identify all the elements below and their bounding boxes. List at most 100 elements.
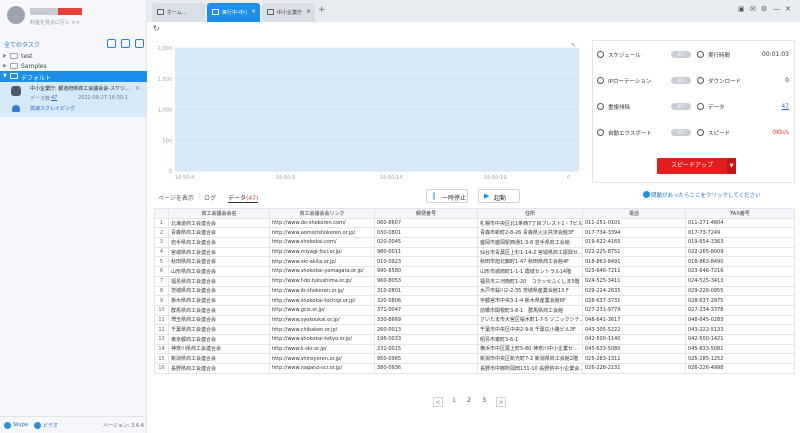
pause-button[interactable]: ‖ 一時停止: [426, 189, 468, 203]
close-icon[interactable]: ×: [306, 8, 311, 15]
table-row[interactable]: 15 新潟県商工会連合会 http://www.shinsyoren.or.jp/9…: [154, 353, 795, 364]
timer-icon: [697, 51, 704, 58]
table-cell: 025-285-1252: [685, 353, 795, 364]
table-cell: 330-8669: [374, 314, 478, 326]
table-row[interactable]: 14 神奈川県商工会連合会 http://www.k-skr.or.jp/231-0…: [154, 343, 795, 355]
table-cell: 岩手県商工会連合会: [168, 237, 270, 248]
help-icon[interactable]: [643, 191, 650, 198]
folder-default[interactable]: ▼ デフォルト: [0, 71, 147, 82]
table-cell: 宇都宮市中央3-1-4 栃木県産業会館6F: [477, 295, 583, 306]
tab-task[interactable]: 中小企業庁... ×: [262, 3, 315, 22]
table-cell: 950-0965: [374, 353, 478, 364]
table-cell: 045-633-5081: [685, 343, 795, 355]
chevron-down-icon[interactable]: ▼: [727, 158, 736, 174]
table-row[interactable]: 11 埼玉県商工会連合会 http://www.syokoukai.or.jp/33…: [154, 314, 795, 326]
settings-icon[interactable]: ⚙: [761, 5, 767, 13]
table-row[interactable]: 1 北海道商工会連合会 http://www.do-shokoren.com/060…: [154, 217, 795, 229]
start-button[interactable]: ▶ 起動: [478, 189, 520, 203]
table-cell: 2: [154, 227, 169, 239]
task-item[interactable]: 中小企業庁: 都道府県商工会議会会-スケジ... × データ数 47 2022-…: [0, 82, 147, 117]
table-row[interactable]: 4 宮城県商工会連合会 http://www.miyagi-fsci.or.jp/9…: [154, 246, 795, 258]
tab-log[interactable]: ログ: [204, 193, 216, 202]
table-cell: 024-525-3411: [582, 275, 686, 287]
page-2[interactable]: 2: [464, 397, 474, 404]
refresh-icon[interactable]: ↻: [153, 24, 160, 33]
table-cell: 札幌市中央区北1条西7丁目プレスト1・7ビル...: [477, 217, 583, 229]
speed-up-button[interactable]: スピードアップ: [657, 158, 727, 174]
column-header[interactable]: FAX番号: [685, 208, 795, 219]
column-header[interactable]: 住所: [477, 208, 583, 219]
close-window-icon[interactable]: ✕: [785, 5, 791, 13]
table-row[interactable]: 8 茨城県商工会連合会 http://www.ib-shokoren.or.jp/3…: [154, 285, 795, 297]
dedupe-toggle[interactable]: OFF: [671, 103, 691, 110]
edit-icon[interactable]: ✎: [571, 42, 576, 49]
clock-icon: [597, 51, 604, 58]
table-row[interactable]: 10 群馬県商工会連合会 http://www.gcis.or.jp/371-004…: [154, 304, 795, 316]
task-data-count[interactable]: 47: [51, 95, 57, 101]
page-3[interactable]: 3: [479, 397, 489, 404]
upgrade-link[interactable]: 料金を見るに行く >>: [30, 19, 142, 26]
table-cell: 水戸市桜川2-2-35 茨城県産業会館13 F: [477, 285, 583, 297]
column-header[interactable]: 郵便番号: [374, 208, 478, 219]
ip-rotation-toggle[interactable]: OFF: [671, 77, 691, 84]
tab-page-view[interactable]: ページを表示: [158, 193, 194, 202]
dedupe-icon: [597, 103, 604, 110]
table-cell: 371-0047: [374, 304, 478, 316]
home-icon: [157, 9, 164, 15]
prev-page-button[interactable]: <: [433, 397, 443, 407]
table-row[interactable]: 6 山形県商工会連合会 http://www.shokokai-yamagata.o…: [154, 266, 795, 277]
minimize-icon[interactable]: —: [773, 5, 780, 13]
speed-chart: 2,000 1,500 1,000 500 0 16:50:4 16:50:9 16:50:1…: [147, 40, 585, 183]
chat-icon[interactable]: ▣: [738, 5, 745, 13]
import-icon[interactable]: [135, 39, 144, 48]
schedule-toggle[interactable]: OFF: [671, 51, 691, 58]
close-icon[interactable]: ×: [251, 8, 256, 15]
new-task-icon[interactable]: [107, 39, 116, 48]
table-row[interactable]: 13 東京都商工会連合会 http://www.shokokai-tokyo.or.…: [154, 333, 795, 345]
video-icon[interactable]: [34, 422, 41, 429]
column-header[interactable]: 商工会議会会リンク: [269, 208, 375, 219]
x-tick-label: 0: [567, 175, 570, 181]
help-link[interactable]: 問題があったらここをクリックしてください: [651, 191, 761, 199]
chevron-right-icon: ▶: [3, 63, 7, 69]
close-icon[interactable]: ×: [135, 85, 140, 92]
table-row[interactable]: 16 長野県商工会連合会 http://www.nagano-sci.or.jp/3…: [154, 363, 795, 374]
add-tab-icon[interactable]: +: [318, 5, 326, 15]
data-value[interactable]: 47: [749, 103, 789, 110]
table-cell: 011-251-0101: [582, 217, 686, 229]
page-1[interactable]: 1: [449, 397, 459, 404]
table-cell: 7: [154, 275, 169, 287]
table-row[interactable]: 5 秋田県商工会連合会 http://www.skr-akita.or.jp/010…: [154, 256, 795, 268]
table-row[interactable]: 7 福島県商工会連合会 http://www.f-do.fukushima.or.j…: [154, 275, 795, 287]
column-header[interactable]: 商工会議会会名: [168, 208, 270, 219]
tab-running[interactable]: 実行中-中小... ×: [207, 3, 260, 22]
video-link[interactable]: ビデオ: [43, 422, 58, 429]
speedometer-icon: [697, 129, 704, 136]
table-row[interactable]: 12 千葉県商工会連合会 http://www.chibaken.or.jp/260…: [154, 324, 795, 335]
data-label: データ: [708, 105, 725, 111]
table-cell: 990-8580: [374, 266, 478, 277]
new-folder-icon[interactable]: [121, 39, 130, 48]
column-header[interactable]: 電話: [582, 208, 686, 219]
table-row[interactable]: 3 岩手県商工会連合会 http://www.shokokai.com/020-00…: [154, 237, 795, 248]
next-page-button[interactable]: >: [496, 397, 506, 407]
table-cell: 北海道商工会連合会: [168, 217, 270, 229]
table-row[interactable]: 9 栃木県商工会連合会 http://www.shokokai-tochigi.or…: [154, 295, 795, 306]
speed-label: スピード: [708, 131, 731, 137]
table-row[interactable]: 2 青森県商工会連合会 http://www.aomorishokoren.or.j…: [154, 227, 795, 239]
auto-export-toggle[interactable]: OFF: [671, 129, 691, 136]
tab-data[interactable]: データ(47): [228, 193, 259, 203]
table-cell: http://www.f-do.fukushima.or.jp/: [269, 275, 375, 287]
mail-icon[interactable]: ✉: [750, 5, 756, 13]
table-cell: 960-8053: [374, 275, 478, 287]
skype-link[interactable]: Skype: [13, 422, 28, 428]
table-cell: 3: [154, 237, 169, 248]
tab-home[interactable]: ホーム...: [152, 3, 205, 22]
table-cell: http://www.nagano-sci.or.jp/: [269, 363, 375, 374]
table-cell: 9: [154, 295, 169, 306]
skype-icon[interactable]: [4, 422, 11, 429]
table-cell: 12: [154, 324, 169, 335]
avatar[interactable]: [7, 6, 25, 24]
table-cell: 神奈川県商工会連合会: [168, 343, 270, 355]
chevron-down-icon: ▼: [3, 73, 7, 79]
